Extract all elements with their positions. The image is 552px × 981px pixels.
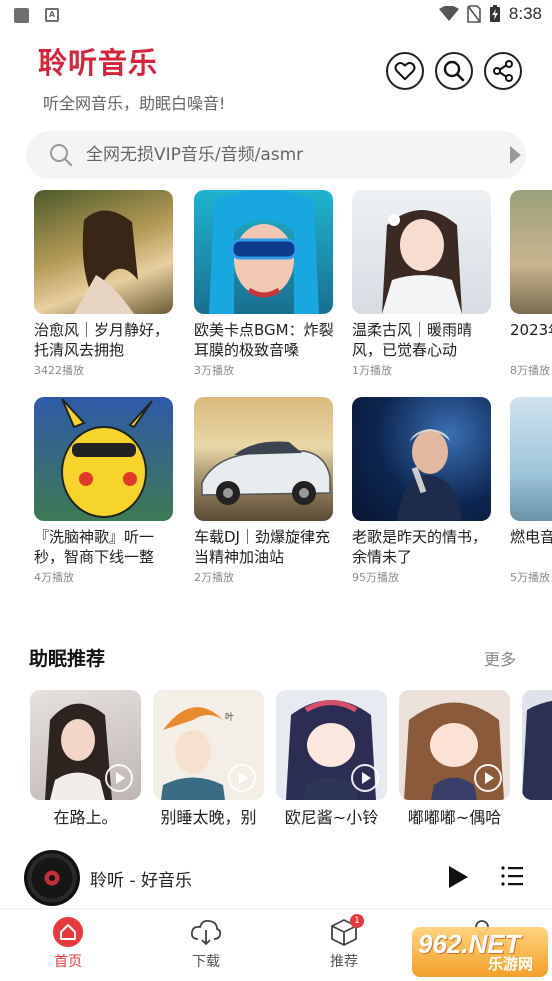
play-count: 5万播放 — [510, 571, 550, 584]
status-bar: A 8:38 — [0, 0, 552, 32]
heart-icon — [394, 62, 416, 81]
playlist-name: 温柔古风｜暖雨晴风，已觉春心动 — [352, 321, 473, 359]
search-icon — [50, 144, 73, 167]
play-count: 8万播放 — [510, 364, 550, 377]
sleep-cover: 叶 — [153, 690, 264, 800]
sleep-card[interactable] — [522, 690, 552, 804]
playlist-name: 治愈风｜岁月静好，托清风去拥抱 — [34, 321, 170, 359]
play-icon[interactable] — [474, 764, 502, 792]
play-count: 95万播放 — [352, 571, 399, 584]
clock: 8:38 — [508, 4, 542, 23]
playlist-cover — [352, 190, 491, 314]
playlist-card[interactable]: 燃电音激发状 5万播放 — [510, 397, 552, 585]
mini-player[interactable]: 聆听 - 好音乐 — [0, 848, 552, 908]
sleep-card[interactable]: 嘟嘟嘟~偶哈 — [399, 690, 510, 828]
section-title: 助眠推荐 — [29, 648, 106, 670]
home-icon — [53, 917, 83, 947]
sleep-cover — [399, 690, 510, 800]
sleep-recommend-row: 在路上。 叶 别睡太晚，别 欧尼酱~小铃 嘟嘟嘟~偶哈 — [0, 690, 552, 830]
search-icon — [443, 60, 465, 82]
play-icon[interactable] — [351, 764, 379, 792]
tab-label: 首页 — [54, 954, 82, 970]
sleep-name: 欧尼酱~小铃 — [284, 808, 379, 827]
search-input[interactable] — [86, 131, 476, 179]
playlist-card[interactable]: 治愈风｜岁月静好，托清风去拥抱 3422播放 — [34, 190, 176, 378]
playlist-grid: 治愈风｜岁月静好，托清风去拥抱 3422播放 欧美卡点BGM：炸裂耳膜的极致音嗓… — [0, 190, 552, 610]
search-bar[interactable] — [26, 131, 526, 179]
sleep-cover — [522, 690, 552, 800]
play-icon[interactable] — [105, 764, 133, 792]
playlist-cover — [510, 190, 552, 314]
watermark-caption: 乐游网 — [488, 955, 534, 973]
playlist-name: 欧美卡点BGM：炸裂耳膜的极致音嗓 — [194, 321, 334, 359]
sleep-cover — [30, 690, 141, 800]
notification-badge: 1 — [350, 914, 364, 928]
playlist-cover — [34, 397, 173, 521]
more-link[interactable]: 更多 — [484, 646, 516, 670]
sleep-card[interactable]: 欧尼酱~小铃 — [276, 690, 387, 828]
playlist-card[interactable]: 欧美卡点BGM：炸裂耳膜的极致音嗓 3万播放 — [194, 190, 336, 378]
playlist-name: 『洗脑神歌』听一秒，智商下线一整 — [34, 528, 155, 566]
no-sim-icon — [467, 5, 481, 23]
sleep-name: 嘟嘟嘟~偶哈 — [407, 808, 502, 827]
play-icon[interactable] — [228, 764, 256, 792]
tab-label: 下载 — [192, 954, 220, 970]
sleep-name: 别睡太晚，别 — [160, 808, 257, 827]
now-playing-title[interactable]: 聆听 - 好音乐 — [90, 866, 192, 891]
playlist-name: 车载DJ｜劲爆旋律充当精神加油站 — [194, 528, 330, 566]
play-count: 2万播放 — [194, 571, 234, 584]
playlist-cover — [510, 397, 552, 521]
sd-card-icon — [14, 8, 29, 23]
search-go-icon[interactable] — [510, 146, 521, 164]
share-button[interactable] — [484, 52, 522, 90]
playlist-name: 老歌是昨天的情书，余情未了 — [352, 528, 488, 566]
play-button[interactable] — [449, 866, 468, 888]
playlist-name: 燃电音激发状 — [510, 528, 552, 546]
tab-home[interactable]: 首页 — [28, 909, 108, 981]
vinyl-disc-icon[interactable] — [24, 850, 80, 906]
sleep-card[interactable]: 叶 别睡太晚，别 — [153, 690, 264, 828]
playlist-card[interactable]: 老歌是昨天的情书，余情未了 95万播放 — [352, 397, 494, 585]
sleep-card[interactable]: 在路上。 — [30, 690, 141, 828]
app-subtitle: 听全网音乐，助眠白噪音! — [43, 94, 226, 113]
svg-text:叶: 叶 — [225, 712, 234, 723]
playlist-card[interactable]: 温柔古风｜暖雨晴风，已觉春心动 1万播放 — [352, 190, 494, 378]
sleep-cover — [276, 690, 387, 800]
notification-icon: A — [45, 8, 59, 22]
sleep-name: 在路上。 — [53, 808, 118, 827]
playlist-card[interactable]: 车载DJ｜劲爆旋律充当精神加油站 2万播放 — [194, 397, 336, 585]
playlist-name: 2023年BGM： — [510, 321, 552, 339]
wifi-icon — [438, 6, 459, 21]
playlist-cover — [34, 190, 173, 314]
playlist-card[interactable]: 『洗脑神歌』听一秒，智商下线一整 4万播放 — [34, 397, 176, 585]
playlist-card[interactable]: 2023年BGM： 8万播放 — [510, 190, 552, 378]
favorites-button[interactable] — [386, 52, 424, 90]
playlist-cover — [194, 397, 333, 521]
play-count: 3万播放 — [194, 364, 234, 377]
play-count: 3422播放 — [34, 364, 84, 377]
share-icon — [493, 60, 513, 82]
play-count: 1万播放 — [352, 364, 392, 377]
app-title: 聆听音乐 — [38, 46, 159, 80]
search-button[interactable] — [435, 52, 473, 90]
playlist-icon[interactable] — [500, 864, 524, 888]
playlist-cover — [194, 190, 333, 314]
tab-label: 推荐 — [330, 954, 358, 970]
cloud-download-icon — [190, 919, 222, 946]
play-count: 4万播放 — [34, 571, 74, 584]
watermark-logo: 962.NET 乐游网 — [412, 927, 548, 977]
playlist-cover — [352, 397, 491, 521]
battery-charging-icon — [489, 5, 500, 22]
tab-recommend[interactable]: 1 推荐 — [304, 909, 384, 981]
tab-download[interactable]: 下载 — [166, 909, 246, 981]
